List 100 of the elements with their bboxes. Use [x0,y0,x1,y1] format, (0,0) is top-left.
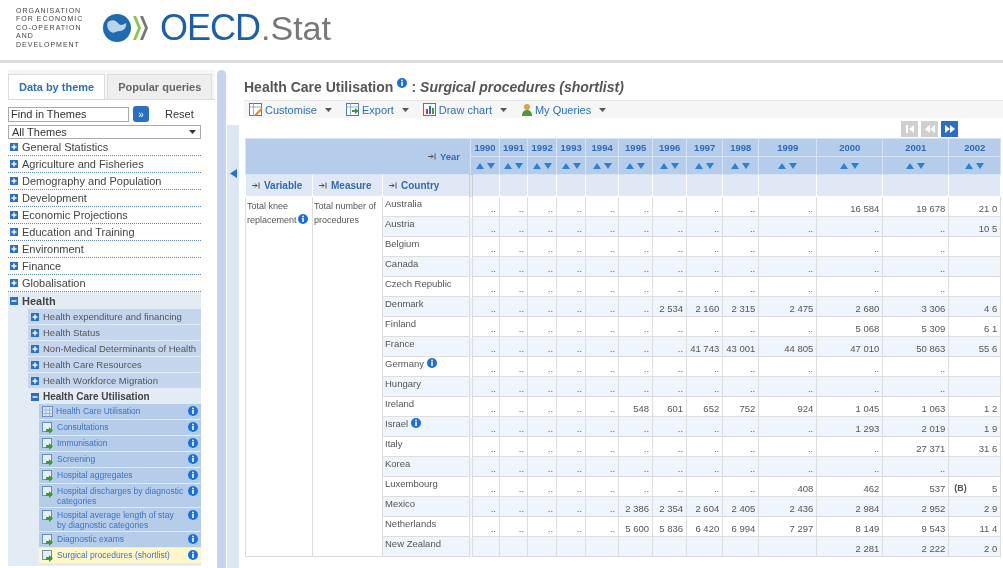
expand-icon[interactable] [31,360,39,369]
tree-item[interactable]: Agriculture and Fisheries [8,156,201,173]
table-cell: 537 [882,476,949,497]
tree-item[interactable]: Health Care Resources [28,357,201,372]
caret-icon [401,107,409,112]
dataset-item[interactable]: Immunisation [39,436,201,451]
expand-icon[interactable] [10,279,18,287]
sort-icon[interactable] [660,163,680,169]
toolbar-button[interactable]: Export [345,103,409,116]
table-cell: .. [585,276,619,297]
table-cell: .. [652,436,687,457]
table-cell: .. [527,216,557,237]
collapse-handle[interactable] [227,125,239,568]
table-cell: .. [882,236,949,257]
tree-item[interactable]: Health Status [28,325,201,340]
sort-icon[interactable] [906,163,926,169]
expand-icon[interactable] [10,194,18,202]
tree-item[interactable]: Health [8,292,201,309]
expand-icon[interactable] [31,376,39,385]
expand-icon[interactable] [10,177,18,185]
caret-icon [189,130,196,134]
expand-icon[interactable] [10,143,18,151]
sort-icon[interactable] [626,163,646,169]
info-icon[interactable] [188,406,198,416]
tree-item[interactable]: General Statistics [8,139,201,156]
sort-icon[interactable] [965,163,985,169]
expand-icon[interactable] [10,245,18,253]
expand-icon[interactable] [10,211,18,219]
tree-item[interactable]: Development [8,190,201,207]
info-icon[interactable] [397,78,408,88]
table-cell: .. [499,276,528,297]
table-icon [42,406,53,417]
info-icon[interactable] [188,486,198,496]
dataset-item[interactable]: Surgical procedures (shortlist) [39,548,201,563]
dataset-item[interactable]: Screening [39,452,201,467]
search-button[interactable]: » [133,106,149,122]
info-icon[interactable] [188,510,198,520]
dataset-item[interactable]: Hospital average length of stay by diagnostic categories [39,508,201,531]
dataset-item[interactable]: Diagnostic exams [39,532,201,547]
sort-icon[interactable] [592,163,612,169]
table-cell: .. [882,356,949,377]
expand-icon[interactable] [10,160,18,168]
tree-item[interactable]: Health Workforce Migration [28,373,201,388]
toolbar-button[interactable]: My Queries [520,103,607,116]
table-cell: .. [652,476,687,497]
row-header-label[interactable]: Country [401,180,440,191]
row-header-label[interactable]: Variable [264,180,303,191]
expand-icon[interactable] [31,328,39,337]
tree-item[interactable]: Economic Projections [8,207,201,224]
tree-item[interactable]: Health expenditure and financing [28,309,201,324]
info-icon[interactable] [427,358,438,368]
toolbar-button[interactable]: Draw chart [422,103,507,116]
collapse-icon[interactable] [31,392,39,401]
dataset-item[interactable]: Consultations [39,420,201,435]
info-icon[interactable] [411,418,422,428]
tree-item[interactable]: Education and Training [8,224,201,241]
tree-item[interactable]: Demography and Population [8,173,201,190]
dataset-item[interactable]: Hospital discharges by diagnostic categories [39,484,201,507]
sort-icon[interactable] [731,163,751,169]
expand-icon[interactable] [10,262,18,270]
tree-item[interactable]: Non-Medical Determinants of Health [28,341,201,356]
info-icon[interactable] [188,454,198,464]
table-cell: .. [499,476,528,497]
tree-item[interactable]: Health Care Utilisation [28,389,201,404]
expand-icon[interactable] [31,344,39,353]
info-icon[interactable] [188,534,198,544]
toolbar-button[interactable]: Customise [249,103,332,116]
table-cell: 8 149 [816,516,883,537]
sort-icon[interactable] [778,163,798,169]
sort-icon[interactable] [532,163,552,169]
page-title: Health Care Utilisation [244,79,394,95]
info-icon[interactable] [297,214,308,224]
sort-icon[interactable] [840,163,860,169]
reset-button[interactable]: Reset [159,107,200,121]
search-field[interactable]: Find in Themes [8,106,129,122]
row-header-label[interactable]: Measure [331,180,372,191]
expand-icon[interactable] [31,312,39,321]
info-icon[interactable] [188,470,198,480]
sort-icon[interactable] [561,163,581,169]
table-cell: 2 984 [816,496,883,517]
info-icon[interactable] [188,550,198,560]
sort-icon[interactable] [504,163,524,169]
collapse-icon[interactable] [10,296,18,305]
column-header: 1994 [585,138,619,157]
dataset-item[interactable]: Hospital aggregates [39,468,201,483]
theme-select[interactable]: All Themes [8,125,201,139]
tab[interactable]: Popular queries [107,74,213,99]
tab[interactable]: Data by theme [8,74,106,99]
pager-button[interactable] [941,121,958,137]
info-icon[interactable] [188,438,198,448]
expand-icon[interactable] [10,228,18,236]
table-cell: 3 306 [882,296,949,317]
info-icon[interactable] [188,422,198,432]
dataset-item[interactable]: Health Care Utilisation [39,404,201,419]
sort-icon[interactable] [695,163,715,169]
sort-icon[interactable] [475,163,495,169]
tree-item[interactable]: Environment [8,241,201,258]
table-cell: .. [722,356,759,377]
tree-item[interactable]: Finance [8,258,201,275]
table-cell: 1 293 [816,416,883,437]
